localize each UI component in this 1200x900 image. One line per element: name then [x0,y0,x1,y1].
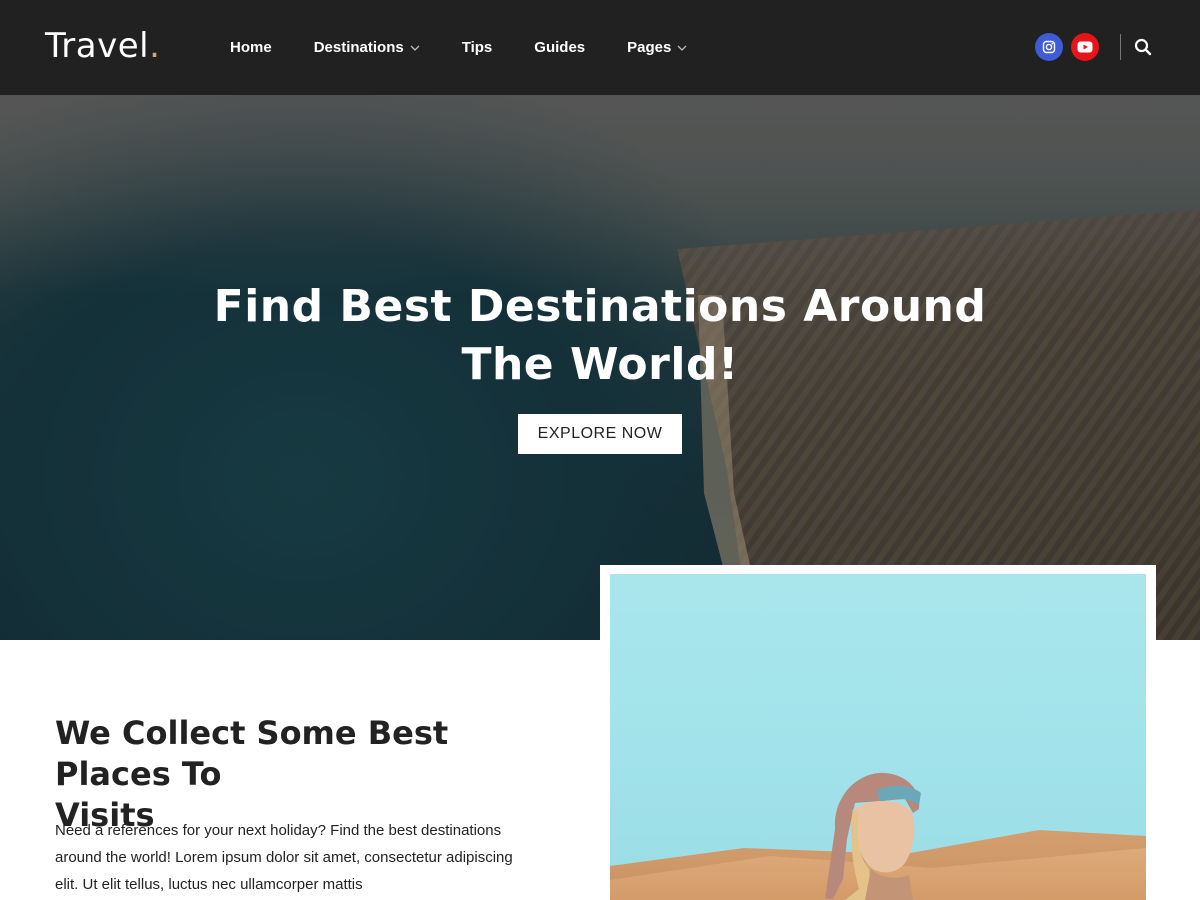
header-divider [1120,34,1121,60]
description-line: Need a references for your next holiday?… [55,822,502,839]
nav-item-label: Destinations [313,39,404,56]
nav-item-guides[interactable]: Guides [534,39,585,56]
social-links [1035,33,1107,61]
logo-text: Travel [45,26,150,66]
chevron-down-icon [677,45,687,51]
nav-item-label: Pages [627,39,672,56]
youtube-button[interactable] [1071,33,1099,61]
search-button[interactable] [1133,37,1153,57]
section-description: Need a references for your next holiday?… [55,817,595,898]
nav-item-home[interactable]: Home [230,39,272,56]
hero-title: Find Best Destinations Around The World! [200,278,1000,394]
traveler-figure [825,772,921,900]
nav-item-label: Home [230,39,272,56]
instagram-icon [1042,40,1056,54]
chevron-down-icon [410,45,420,51]
site-logo[interactable]: Travel. [45,26,160,66]
logo-dot: . [149,26,161,66]
site-header: Travel. Home Destinations Tips Guides Pa… [0,0,1200,95]
hero-title-line: Find Best Destinations Around [213,281,987,332]
nav-item-label: Guides [534,39,586,56]
search-icon [1134,38,1152,56]
nav-item-label: Tips [461,39,493,56]
instagram-button[interactable] [1035,33,1063,61]
description-line: elit. Ut elit tellus, luctus nec ullamco… [55,876,363,893]
section-title-line: We Collect Some Best Places To [55,714,449,793]
explore-now-button[interactable]: EXPLORE NOW [518,414,682,454]
nav-item-destinations[interactable]: Destinations [314,39,420,56]
main-nav: Home Destinations Tips Guides Pages [230,0,729,95]
hero-section: Find Best Destinations Around The World!… [0,95,1200,640]
hero-title-line: The World! [461,339,739,390]
featured-photo [610,574,1146,900]
nav-item-tips[interactable]: Tips [462,39,493,56]
featured-photo-frame [600,565,1156,900]
description-line: around the world! Lorem ipsum dolor sit … [55,849,513,866]
nav-item-pages[interactable]: Pages [627,39,687,56]
youtube-icon [1077,41,1093,53]
